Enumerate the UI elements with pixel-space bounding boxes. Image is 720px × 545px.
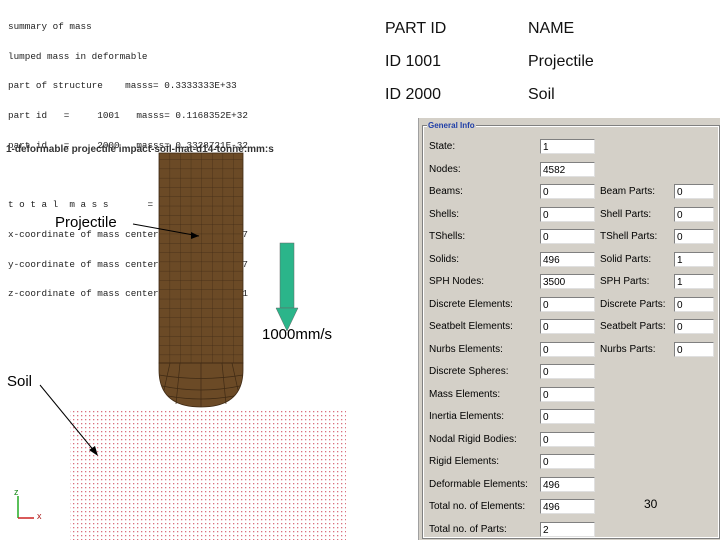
info-value: 4582: [540, 162, 595, 177]
axis-z-label: z: [14, 487, 19, 497]
info-label: Seatbelt Parts:: [600, 321, 666, 332]
info-label: Nurbs Parts:: [600, 344, 656, 355]
info-label: Beam Parts:: [600, 186, 656, 197]
info-label: Shell Parts:: [600, 209, 652, 220]
projectile-mesh: [158, 152, 244, 408]
info-value: 0: [540, 319, 595, 334]
info-value: 0: [674, 297, 714, 312]
info-label: State:: [429, 141, 456, 152]
info-label: Solids:: [429, 254, 460, 265]
info-label: Nodes:: [429, 164, 461, 175]
info-label: Discrete Parts:: [600, 299, 666, 310]
info-value: 0: [540, 229, 595, 244]
info-label: Discrete Spheres:: [429, 366, 509, 377]
axis-x-label: x: [37, 511, 42, 521]
soil-block: [70, 409, 346, 540]
console-line: summary of mass: [8, 20, 92, 32]
info-value: 496: [540, 477, 595, 492]
velocity-arrow: [275, 242, 299, 332]
info-value: 496: [540, 252, 595, 267]
part-name-cell: Soil: [528, 86, 555, 103]
info-label: Solid Parts:: [600, 254, 652, 265]
model-canvas[interactable]: [0, 150, 418, 540]
info-label: Rigid Elements:: [429, 456, 500, 467]
info-label: Nodal Rigid Bodies:: [429, 434, 517, 445]
info-value: 0: [674, 207, 714, 222]
info-value: 0: [540, 207, 595, 222]
part-id-cell: ID 1001: [385, 53, 442, 70]
console-line: lumped mass in deformable: [8, 50, 148, 62]
info-value: 0: [674, 229, 714, 244]
info-label: Total no. of Parts:: [429, 524, 507, 535]
info-label: Inertia Elements:: [429, 411, 505, 422]
info-label: SPH Parts:: [600, 276, 650, 287]
part-id-header: PART ID: [385, 20, 447, 37]
info-value: 2: [540, 522, 595, 537]
info-value: 0: [540, 342, 595, 357]
info-label: Deformable Elements:: [429, 479, 528, 490]
general-info-legend: General Info: [427, 121, 476, 130]
info-value: 0: [540, 387, 595, 402]
part-id-cell: ID 2000: [385, 86, 442, 103]
name-header: NAME: [528, 20, 575, 37]
info-label: TShells:: [429, 231, 466, 242]
info-label: Seatbelt Elements:: [429, 321, 513, 332]
info-value: 0: [540, 297, 595, 312]
info-value: 0: [540, 454, 595, 469]
general-info-panel: General Info State: 1 Nodes: 4582 Beams:…: [418, 118, 720, 540]
page-number: 30: [644, 497, 658, 511]
info-value: 496: [540, 499, 595, 514]
info-value: 0: [674, 319, 714, 334]
info-label: Discrete Elements:: [429, 299, 513, 310]
info-value: 0: [674, 184, 714, 199]
info-label: Total no. of Elements:: [429, 501, 526, 512]
info-value: 0: [540, 364, 595, 379]
model-viewport[interactable]: [0, 150, 418, 540]
info-label: Mass Elements:: [429, 389, 501, 400]
info-value: 3500: [540, 274, 595, 289]
info-value: 1: [540, 139, 595, 154]
soil-label: Soil: [7, 373, 33, 390]
console-line: part id = 1001 masss= 0.1168352E+32: [8, 109, 248, 121]
info-value: 0: [540, 409, 595, 424]
info-value: 0: [540, 432, 595, 447]
console-line: part of structure masss= 0.3333333E+33: [8, 80, 237, 92]
info-value: 1: [674, 252, 714, 267]
axis-triad-icon: [17, 496, 34, 519]
part-name-cell: Projectile: [528, 53, 594, 70]
info-label: SPH Nodes:: [429, 276, 485, 287]
velocity-label: 1000mm/s: [262, 326, 333, 343]
info-label: Beams:: [429, 186, 463, 197]
info-label: Nurbs Elements:: [429, 344, 503, 355]
info-label: TShell Parts:: [600, 231, 658, 242]
info-label: Shells:: [429, 209, 460, 220]
info-value: 0: [674, 342, 714, 357]
projectile-label: Projectile: [55, 214, 117, 231]
info-value: 1: [674, 274, 714, 289]
info-value: 0: [540, 184, 595, 199]
